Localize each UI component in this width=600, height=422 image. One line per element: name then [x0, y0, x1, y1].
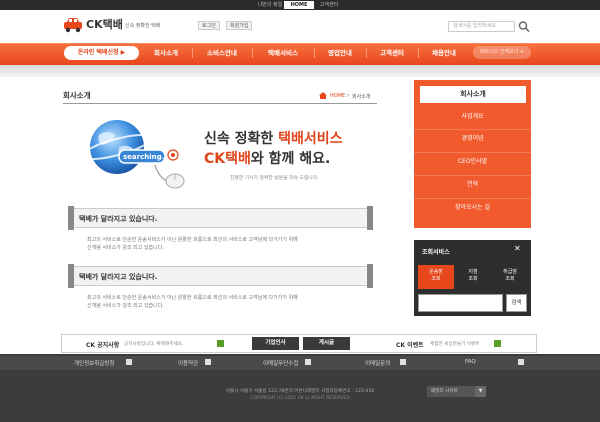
tab-label: 조회 — [431, 276, 441, 282]
tab-label: 지점 — [468, 269, 478, 275]
nav-item-delivery-service[interactable]: 택배서비스 — [254, 43, 312, 65]
sidebar-item-overview[interactable]: 사업개요 — [414, 108, 531, 126]
nav-item-sales[interactable]: 영업안내 — [316, 43, 364, 65]
tab-label: 조회 — [505, 276, 515, 282]
online-order-button[interactable]: 온라인 택배신청 ▶ — [64, 46, 139, 60]
join-button[interactable]: 회원가입 — [226, 21, 253, 30]
nav-item-support[interactable]: 고객센터 — [368, 43, 416, 65]
tab-label: 운송장 — [429, 269, 443, 275]
footer-link-email-inquiry[interactable]: 이메일문의 — [365, 359, 390, 367]
nav-divider — [252, 48, 253, 58]
section-title: 택배가 달라지고 있습니다. — [79, 215, 158, 223]
logo-text[interactable]: CK택배 — [86, 17, 123, 33]
footer-arrow-icon — [126, 359, 132, 365]
footer-address: 서울시 서울구 서울동 123-78번지 어반나래텐터 사업자등록번호 : 12… — [225, 389, 375, 394]
tab-label: 취급점 — [503, 269, 517, 275]
tab-waybill[interactable]: 운송장 조회 — [418, 265, 454, 289]
breadcrumb-home[interactable]: HOME — [330, 93, 345, 99]
section-bar-cap — [68, 206, 74, 230]
partner-button[interactable]: 파트너즈 인맥보기 + — [473, 46, 531, 59]
sidebar-item-philosophy[interactable]: 경영이념 — [414, 129, 531, 147]
footer-link-faq[interactable]: FAQ — [465, 359, 476, 365]
footer-arrow-icon — [400, 359, 406, 365]
page-title: 회사소개 — [63, 91, 91, 100]
tab-label: 조회 — [468, 276, 478, 282]
tracking-search-button[interactable]: 검색 — [506, 294, 527, 312]
hero-subtitle: 친절한 기사가 정확한 방문을 약속 드립니다. — [230, 176, 319, 181]
footer-link-privacy[interactable]: 개인정보취급방침 — [74, 359, 114, 367]
section-title: 택배가 달라지고 있습니다. — [79, 273, 158, 281]
breadcrumb-current: 회사소개 — [352, 94, 371, 100]
board-button[interactable]: 게시글 — [303, 337, 350, 350]
globe-search-label: searching... — [123, 153, 170, 161]
section-body-line: 최고의 서비스로 단순한 운송서비스가 아닌 원활한 흐름으로 최선의 서비스로… — [87, 295, 298, 301]
section-body-line: 최고의 서비스로 단순한 운송서비스가 아닌 원활한 흐름으로 최선의 서비스로… — [87, 237, 298, 243]
footer-arrow-icon — [305, 359, 311, 365]
nav-item-recruit[interactable]: 채용안내 — [420, 43, 468, 65]
section-body-line: 신개념 서비스가 강조 되고 있습니다. — [87, 303, 164, 309]
corp-hr-button[interactable]: 기업인사 — [252, 337, 299, 350]
footer-arrow-icon — [518, 359, 524, 365]
close-icon[interactable]: ✕ — [514, 244, 521, 253]
breadcrumb-separator: > — [346, 93, 351, 99]
footer-copyright: COPYRIGHT (C) 2011 CK LL RIGHT RESERVED — [250, 396, 350, 401]
notice-label: CK 공지사항 — [86, 342, 120, 349]
hero-headline-line1: 신속 정확한 택배서비스 — [204, 128, 343, 148]
section-body-line: 신개념 서비스가 강조 되고 있습니다. — [87, 245, 164, 251]
home-icon — [319, 92, 327, 99]
hero-line2-text: 와 함께 해요. — [250, 151, 331, 167]
section-bar-cap — [367, 206, 373, 230]
notice-text[interactable]: 공지사항입니다. 확제해주세요. — [124, 341, 183, 347]
nav-divider — [366, 48, 367, 58]
tracking-title: 조회서비스 — [422, 249, 450, 256]
sidebar-item-location[interactable]: 찾아오시는 길 — [414, 198, 531, 216]
header-shadow-band — [0, 65, 600, 77]
truck-logo-icon[interactable] — [63, 17, 83, 33]
notice-more-icon[interactable] — [217, 340, 224, 347]
sidebar-item-ceo[interactable]: CEO인사말 — [414, 152, 531, 170]
section-bar-cap — [68, 264, 74, 288]
nav-divider — [314, 48, 315, 58]
search-input[interactable]: 검색어를 입력하세요 — [448, 21, 515, 32]
chevron-down-icon[interactable]: ▼ — [475, 386, 486, 397]
play-arrow-icon: ▶ — [120, 49, 126, 56]
top-link-home[interactable]: HOME — [284, 1, 314, 9]
nav-item-company[interactable]: 회사소개 — [142, 43, 190, 65]
nav-item-service-guide[interactable]: 소비스안내 — [194, 43, 250, 65]
hero-headline-line2: CK택배와 함께 해요. — [204, 148, 330, 168]
nav-divider — [418, 48, 419, 58]
globe-search-illustration: searching... — [85, 120, 185, 189]
search-icon[interactable] — [517, 20, 531, 33]
top-link-my[interactable]: 나만의 화일 — [255, 1, 285, 9]
hero-line1-text: 신속 정확한 — [204, 131, 279, 147]
tab-branch[interactable]: 지점 조회 — [455, 265, 491, 289]
event-label: CK 이벤트 — [396, 342, 424, 349]
tracking-input[interactable] — [418, 294, 503, 312]
online-order-label: 온라인 택배신청 — [77, 49, 119, 56]
event-text[interactable]: 체험한 세상만들기 이벤트 — [430, 341, 479, 347]
sidebar-title: 회사소개 — [420, 86, 526, 103]
login-button[interactable]: 로그인 — [198, 21, 220, 30]
section-bar-cap — [367, 264, 373, 288]
footer-link-terms[interactable]: 이용약관 — [178, 359, 198, 367]
title-divider — [63, 103, 377, 104]
hero-line2-highlight: CK택배 — [204, 151, 251, 167]
logo-tagline: 신속 정확한 택배 — [125, 23, 161, 29]
hero-line1-highlight: 택배서비스 — [278, 131, 343, 147]
nav-divider — [192, 48, 193, 58]
family-site-select[interactable]: 패밀리 사이트 — [427, 386, 475, 397]
tab-agency[interactable]: 취급점 조회 — [492, 265, 528, 289]
sidebar-item-history[interactable]: 연혁 — [414, 175, 531, 193]
event-more-icon[interactable] — [494, 340, 501, 347]
footer-arrow-icon — [205, 359, 211, 365]
footer-link-email-collect[interactable]: 이메일무단수집 — [263, 359, 298, 367]
top-link-support[interactable]: 고객센터 — [314, 1, 344, 9]
